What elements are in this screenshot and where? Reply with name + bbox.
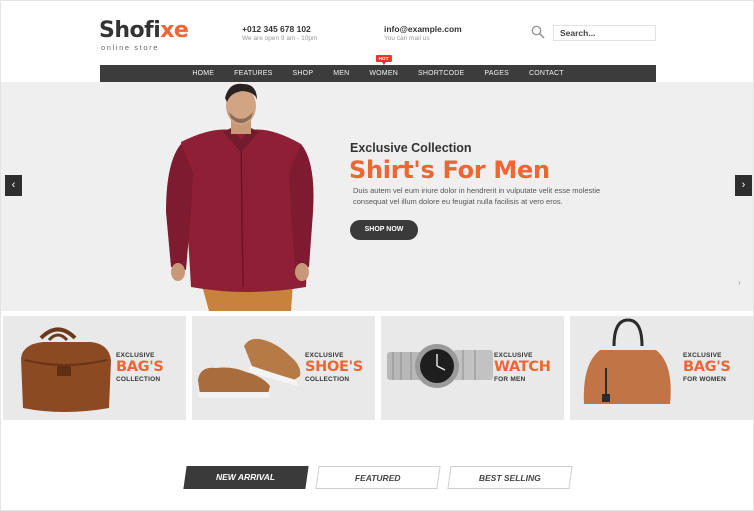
- hot-badge: HOT: [375, 55, 392, 65]
- logo[interactable]: Shofixe online store: [99, 18, 189, 53]
- logo-text: Shofixe: [99, 18, 189, 43]
- opening-hours: We are open 9 am - 10pm: [242, 35, 318, 42]
- nav-women[interactable]: WOMEN HOT: [359, 55, 408, 82]
- nav-shop[interactable]: SHOP: [283, 65, 324, 82]
- phone-info: +012 345 678 102 We are open 9 am - 10pm: [242, 24, 317, 43]
- shop-now-button[interactable]: SHOP NOW: [350, 220, 418, 240]
- category-label: EXCLUSIVE BAG'S COLLECTION: [116, 351, 164, 384]
- nav-contact[interactable]: CONTACT: [519, 65, 574, 82]
- category-caption: COLLECTION: [305, 376, 350, 383]
- tab-label: BEST SELLING: [478, 473, 541, 483]
- category-card-women-bags[interactable]: EXCLUSIVE BAG'S FOR WOMEN: [570, 316, 753, 420]
- shop-homepage: Shofixe online store +012 345 678 102 We…: [0, 0, 754, 511]
- hero-subtitle: Exclusive Collection: [350, 141, 472, 155]
- tab-label: FEATURED: [355, 473, 401, 483]
- hero-title: Shirt's For Men: [349, 156, 550, 184]
- nav-women-label: WOMEN: [369, 70, 398, 77]
- category-label: EXCLUSIVE SHOE'S COLLECTION: [305, 351, 363, 384]
- chevron-right-icon: ›: [741, 179, 746, 191]
- category-title: SHOE'S: [305, 359, 363, 375]
- search-icon[interactable]: [531, 25, 545, 39]
- category-card-watch[interactable]: EXCLUSIVE WATCH FOR MEN: [381, 316, 564, 420]
- logo-tagline: online store: [101, 43, 159, 52]
- nav-pages[interactable]: PAGES: [474, 65, 519, 82]
- category-caption: COLLECTION: [116, 376, 161, 383]
- search-input[interactable]: [553, 25, 656, 41]
- hero-description-line: consequat vel illum dolore eu feugiat nu…: [353, 197, 563, 206]
- email-note: You can mail us: [384, 35, 430, 42]
- category-title: BAG'S: [116, 359, 164, 375]
- tab-featured[interactable]: FEATURED: [315, 466, 441, 489]
- category-caption: FOR MEN: [494, 376, 526, 383]
- tab-label: NEW ARRIVAL: [216, 472, 276, 482]
- hero-description-line: Duis autem vel eum iriure dolor in hendr…: [353, 186, 601, 195]
- email-info: info@example.com You can mail us: [384, 24, 462, 43]
- hero-description: Duis autem vel eum iriure dolor in hendr…: [353, 185, 621, 207]
- email-address[interactable]: info@example.com: [384, 24, 462, 34]
- model-photo: [166, 83, 314, 311]
- nav-men[interactable]: MEN: [323, 65, 359, 82]
- category-label: EXCLUSIVE WATCH FOR MEN: [494, 351, 551, 384]
- category-label: EXCLUSIVE BAG'S FOR WOMEN: [683, 351, 731, 384]
- tab-new-arrival[interactable]: NEW ARRIVAL: [183, 466, 309, 489]
- category-card-bags[interactable]: EXCLUSIVE BAG'S COLLECTION: [3, 316, 186, 420]
- phone-number: +012 345 678 102: [242, 24, 311, 34]
- category-card-shoes[interactable]: EXCLUSIVE SHOE'S COLLECTION: [192, 316, 375, 420]
- nav-home[interactable]: HOME: [182, 65, 224, 82]
- nav-shortcode[interactable]: SHORTCODE: [408, 65, 474, 82]
- slider-next-button[interactable]: ›: [735, 175, 752, 196]
- category-title: BAG'S: [683, 359, 731, 375]
- main-nav: HOME FEATURES SHOP MEN WOMEN HOT SHORTCO…: [100, 55, 656, 82]
- chevron-right-icon[interactable]: ›: [738, 278, 741, 287]
- hero-slider: Exclusive Collection Shirt's For Men Dui…: [1, 82, 753, 311]
- nav-features[interactable]: FEATURES: [224, 65, 282, 82]
- category-title: WATCH: [494, 359, 551, 375]
- category-caption: FOR WOMEN: [683, 376, 726, 383]
- chevron-left-icon: ‹: [11, 179, 16, 191]
- tab-best-selling[interactable]: BEST SELLING: [447, 466, 573, 489]
- slider-prev-button[interactable]: ‹: [5, 175, 22, 196]
